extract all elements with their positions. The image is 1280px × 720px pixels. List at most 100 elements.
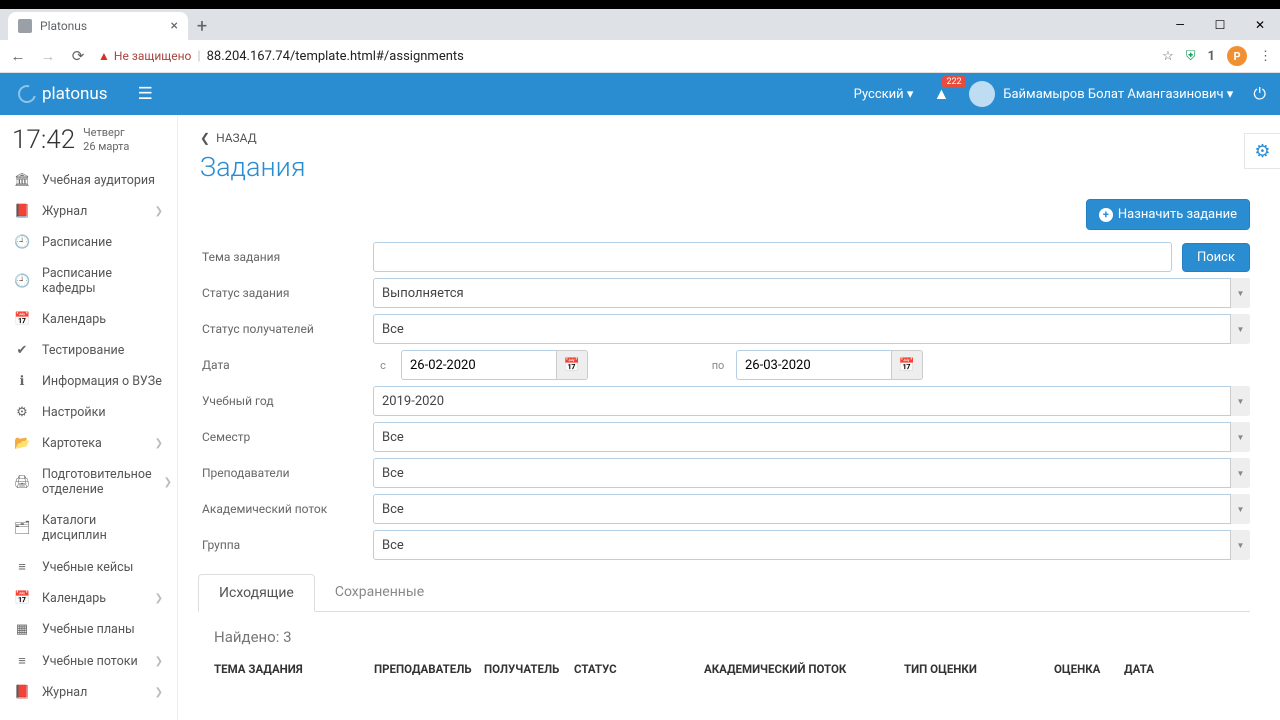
sidebar-item[interactable]: 📂Картотека❯ — [0, 428, 177, 459]
recipient-status-select[interactable]: Все▼ — [373, 314, 1250, 344]
year-select[interactable]: 2019-2020▼ — [373, 386, 1250, 416]
assign-task-label: Назначить задание — [1118, 207, 1237, 222]
status-select[interactable]: Выполняется▼ — [373, 278, 1250, 308]
sidebar-item-label: Тестирование — [42, 343, 163, 358]
chevron-right-icon: ❯ — [155, 438, 163, 449]
group-select[interactable]: Все▼ — [373, 530, 1250, 560]
sidebar-item[interactable]: ⚙ Настройки — [0, 397, 177, 428]
chevron-down-icon: ▼ — [1230, 314, 1250, 344]
tab-title: Platonus — [40, 19, 87, 33]
sidebar-item-icon: 🕘 — [14, 235, 30, 250]
sidebar-item-label: Журнал — [42, 685, 143, 700]
maximize-icon[interactable]: ☐ — [1200, 9, 1240, 40]
semester-label: Семестр — [198, 430, 373, 444]
sidebar-item[interactable]: 🏛Учебная аудитория — [0, 165, 177, 196]
back-label: НАЗАД — [216, 131, 257, 145]
sidebar-item-icon: 📕 — [14, 204, 30, 219]
date-to-input[interactable] — [736, 350, 891, 380]
language-selector[interactable]: Русский ▾ — [854, 87, 914, 102]
window-titlebar — [0, 0, 1280, 9]
sidebar-item[interactable]: 📕Журнал❯ — [0, 677, 177, 708]
logout-icon[interactable]: ⏻ — [1253, 84, 1266, 104]
user-menu[interactable]: Баймамыров Болат Амангазинович ▾ — [969, 81, 1233, 107]
sidebar-item[interactable]: 📅 Календарь — [0, 304, 177, 335]
close-tab-icon[interactable]: × — [171, 18, 178, 34]
date-from-label: с — [373, 359, 393, 372]
tab-outgoing[interactable]: Исходящие — [198, 574, 315, 612]
page-title: Задания — [200, 151, 1258, 183]
reload-icon[interactable]: ⟳ — [68, 47, 88, 65]
extension-icon[interactable]: 1 — [1208, 49, 1215, 64]
sidebar-item-label: Календарь — [42, 591, 143, 606]
browser-tab[interactable]: Platonus × — [8, 12, 188, 40]
sidebar-item[interactable]: ℹИнформация о ВУЗе — [0, 366, 177, 397]
clock-weekday: Четверг — [83, 126, 129, 140]
col-stream: АКАДЕМИЧЕСКИЙ ПОТОК — [704, 662, 904, 676]
date-from-input[interactable] — [401, 350, 556, 380]
semester-select[interactable]: Все▼ — [373, 422, 1250, 452]
chevron-down-icon: ▼ — [1230, 494, 1250, 524]
clock-date: 26 марта — [83, 140, 129, 154]
brand-text: platonus — [42, 84, 108, 104]
clock-time: 17:42 — [12, 125, 75, 155]
topic-label: Тема задания — [198, 250, 373, 264]
stream-select[interactable]: Все▼ — [373, 494, 1250, 524]
sidebar-item[interactable]: 🕘Расписание кафедры — [0, 258, 177, 304]
sidebar-item[interactable]: 📅Календарь❯ — [0, 583, 177, 614]
close-window-icon[interactable]: ✕ — [1240, 9, 1280, 40]
page-settings-icon[interactable]: ⚙ — [1244, 133, 1280, 169]
nav-back-icon[interactable]: ← — [8, 47, 28, 65]
notifications-icon[interactable]: ▲ 222 — [933, 84, 949, 104]
sidebar-item-icon: 🏛 — [14, 173, 30, 188]
sidebar-item-label: Журнал — [42, 204, 143, 219]
sidebar-nav: 🏛Учебная аудитория📕Журнал❯🕘Расписание🕘Ра… — [0, 165, 177, 708]
bookmark-star-icon[interactable]: ☆ — [1162, 49, 1174, 64]
brand[interactable]: platonus — [0, 84, 126, 104]
chevron-down-icon: ▼ — [1230, 278, 1250, 308]
teachers-select[interactable]: Все▼ — [373, 458, 1250, 488]
sidebar-item[interactable]: ✔Тестирование — [0, 335, 177, 366]
sidebar-item[interactable]: ≡Учебные потоки❯ — [0, 645, 177, 677]
shield-icon[interactable]: ⛨ — [1186, 49, 1196, 64]
sidebar-item-icon: 📅 — [14, 591, 30, 606]
tab-saved[interactable]: Сохраненные — [315, 574, 444, 611]
assign-task-button[interactable]: + Назначить задание — [1086, 199, 1250, 230]
browser-tabstrip: Platonus × + — ☐ ✕ — [0, 9, 1280, 40]
topic-input[interactable] — [373, 242, 1172, 272]
chevron-right-icon: ❯ — [155, 656, 163, 667]
calendar-icon[interactable]: 📅 — [891, 350, 923, 380]
sidebar-item[interactable]: 🖨Подготовительное отделение❯ — [0, 459, 177, 505]
back-link[interactable]: ❮ НАЗАД — [200, 131, 1258, 145]
sidebar-item-label: Информация о ВУЗе — [42, 374, 163, 389]
menu-toggle-icon[interactable]: ☰ — [126, 84, 165, 104]
browser-menu-icon[interactable]: ⋮ — [1259, 49, 1272, 64]
col-recipient: ПОЛУЧАТЕЛЬ — [484, 662, 574, 676]
sidebar-item-label: Настройки — [42, 405, 163, 420]
col-date: ДАТА — [1124, 662, 1184, 676]
sidebar-item[interactable]: 🗂Каталоги дисциплин — [0, 505, 177, 551]
sidebar-item[interactable]: ≡Учебные кейсы — [0, 551, 177, 583]
search-button[interactable]: Поиск — [1182, 243, 1250, 272]
stream-label: Академический поток — [198, 502, 373, 516]
sidebar-item-icon: ⚙ — [14, 405, 30, 420]
minimize-icon[interactable]: — — [1160, 9, 1200, 40]
url-field[interactable]: ▲ Не защищено | 88.204.167.74/template.h… — [98, 49, 1152, 64]
sidebar-item-label: Каталоги дисциплин — [42, 513, 163, 543]
sidebar-item-label: Учебные планы — [42, 622, 163, 637]
sidebar-item-icon: 📅 — [14, 312, 30, 327]
insecure-label: Не защищено — [114, 49, 192, 63]
profile-avatar[interactable]: P — [1227, 46, 1247, 66]
sidebar-item-label: Картотека — [42, 436, 143, 451]
sidebar-item-label: Календарь — [42, 312, 163, 327]
sidebar-item[interactable]: 📕Журнал❯ — [0, 196, 177, 227]
date-label: Дата — [198, 358, 373, 372]
sidebar-item[interactable]: 🕘Расписание — [0, 227, 177, 258]
calendar-icon[interactable]: 📅 — [556, 350, 588, 380]
sidebar-item[interactable]: ▦Учебные планы — [0, 614, 177, 645]
app-topbar: platonus ☰ Русский ▾ ▲ 222 Баймамыров Бо… — [0, 73, 1280, 115]
filter-form: Тема задания Поиск Статус задания Выполн… — [178, 242, 1280, 560]
sidebar-item-label: Расписание кафедры — [42, 266, 163, 296]
new-tab-button[interactable]: + — [188, 12, 216, 40]
table-header: ТЕМА ЗАДАНИЯ ПРЕПОДАВАТЕЛЬ ПОЛУЧАТЕЛЬ СТ… — [178, 662, 1280, 684]
url-text: 88.204.167.74/template.html#/assignments — [207, 49, 464, 64]
